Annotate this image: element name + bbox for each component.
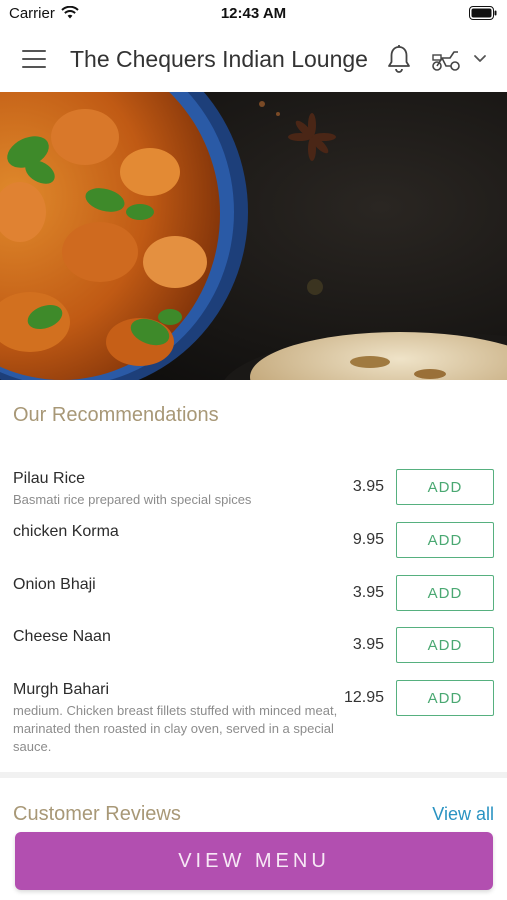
recommendations-heading: Our Recommendations [13, 404, 219, 426]
item-name: Pilau Rice [13, 470, 86, 487]
item-price: 9.95 [352, 531, 384, 548]
hero-image [0, 92, 507, 380]
item-price: 3.95 [352, 636, 384, 653]
menu-icon[interactable] [22, 50, 46, 68]
view-all-link[interactable]: View all [432, 804, 494, 825]
reviews-heading: Customer Reviews [13, 803, 181, 825]
item-name: Cheese Naan [13, 628, 111, 645]
app-header: The Chequers Indian Lounge [0, 28, 507, 92]
add-button[interactable]: ADD [396, 575, 494, 611]
battery-icon [469, 6, 497, 20]
chevron-down-icon[interactable] [473, 54, 487, 64]
scooter-icon[interactable] [430, 48, 462, 72]
item-price: 12.95 [343, 689, 384, 706]
section-divider [0, 772, 507, 778]
item-description: Basmati rice prepared with special spice… [13, 492, 252, 507]
view-menu-button[interactable]: VIEW MENU [15, 832, 493, 890]
item-name: Murgh Bahari [13, 681, 110, 698]
item-price: 3.95 [352, 584, 384, 601]
add-button[interactable]: ADD [396, 627, 494, 663]
item-description: medium. Chicken breast fillets stuffed w… [13, 703, 338, 754]
status-bar: Carrier 12:43 AM [0, 0, 507, 28]
bell-icon[interactable] [386, 44, 412, 74]
add-button[interactable]: ADD [396, 469, 494, 505]
item-name: Onion Bhaji [13, 576, 96, 593]
add-button[interactable]: ADD [396, 522, 494, 558]
clock: 12:43 AM [220, 5, 287, 22]
restaurant-title: The Chequers Indian Lounge [70, 46, 368, 72]
add-button[interactable]: ADD [396, 680, 494, 716]
item-price: 3.95 [352, 478, 384, 495]
item-name: chicken Korma [13, 523, 119, 540]
